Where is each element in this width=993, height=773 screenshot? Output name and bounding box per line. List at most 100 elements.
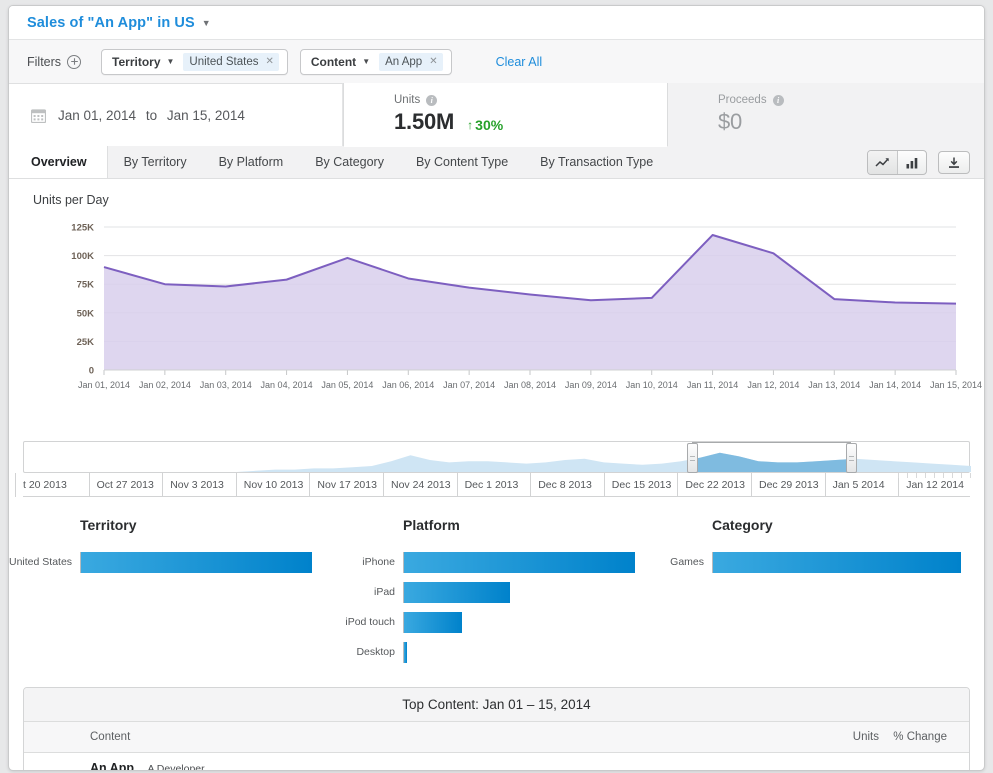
metric-value: 1.50M — [394, 109, 455, 134]
metric-card-proceeds[interactable]: Proceeds i $0 — [668, 83, 984, 146]
tab-by-transaction-type[interactable]: By Transaction Type — [524, 146, 669, 178]
report-window: Sales of "An App" in US ▼ Filters Territ… — [8, 5, 985, 771]
bar-item[interactable]: iPad — [335, 581, 661, 603]
breakdown-title: Territory — [80, 517, 137, 533]
metric-label: Proceeds i — [718, 94, 984, 106]
brush-axis: t 20 2013 Oct 27 2013 Nov 3 2013 Nov 10 201… — [15, 473, 972, 497]
filter-chip-value: United States ✕ — [183, 52, 279, 71]
brush-axis-tick: t 20 2013 — [15, 473, 67, 497]
column-header-change: % Change — [893, 731, 947, 743]
breakdown-title: Category — [712, 517, 773, 533]
brush-box[interactable] — [23, 441, 971, 473]
brush-handle-right[interactable] — [845, 443, 857, 473]
brush-axis-minor-tick — [916, 473, 918, 478]
tab-by-content-type[interactable]: By Content Type — [400, 146, 524, 178]
top-content-heading: Top Content: Jan 01 – 15, 2014 — [24, 688, 969, 722]
timeline-brush[interactable]: t 20 2013 Oct 27 2013 Nov 3 2013 Nov 10 201… — [15, 441, 972, 499]
bar-item[interactable]: Desktop — [335, 641, 661, 663]
bar-item[interactable]: iPod touch — [335, 611, 661, 633]
filter-chip-territory[interactable]: Territory ▼ United States ✕ — [101, 48, 288, 75]
row-content-cell: An App A Developer App 123456789 — [90, 759, 783, 771]
svg-text:Jan 05, 2014: Jan 05, 2014 — [321, 380, 373, 390]
svg-text:Jan 13, 2014: Jan 13, 2014 — [808, 380, 860, 390]
svg-text:Jan 14, 2014: Jan 14, 2014 — [869, 380, 921, 390]
titlebar: Sales of "An App" in US ▼ — [9, 6, 984, 40]
breakdown-platform: Platform iPhone iPad iPod touch Desktop — [335, 517, 661, 671]
bar-item[interactable]: iPhone — [335, 551, 661, 573]
metric-card-units[interactable]: Units i 1.50M ↑ 30% — [343, 83, 668, 147]
svg-text:Jan 09, 2014: Jan 09, 2014 — [565, 380, 617, 390]
line-chart-icon[interactable] — [868, 151, 897, 174]
bar-label: iPod touch — [345, 616, 395, 628]
tab-by-territory[interactable]: By Territory — [108, 146, 203, 178]
svg-text:Jan 07, 2014: Jan 07, 2014 — [443, 380, 495, 390]
brush-axis-tick: Dec 22 2013 — [677, 473, 745, 497]
page-title[interactable]: Sales of "An App" in US — [27, 15, 195, 31]
breakdown-territory: Territory United States — [9, 517, 335, 671]
row-rank: 1 — [24, 768, 64, 770]
row-developer-name: A Developer — [147, 763, 205, 771]
tab-overview[interactable]: Overview — [9, 146, 108, 178]
add-filter-icon[interactable] — [67, 54, 82, 69]
brush-axis-minor-tick — [961, 473, 963, 478]
svg-text:Jan 10, 2014: Jan 10, 2014 — [626, 380, 678, 390]
bar-track — [80, 551, 312, 573]
table-row[interactable]: 1 An App A Developer App 123456789 1.50M… — [24, 753, 969, 771]
units-per-day-chart[interactable]: 0 25K 50K 75K 100K 125K Jan 01, 2014 Jan 02, 20… — [9, 207, 984, 435]
row-title-line: An App A Developer — [90, 759, 783, 771]
date-end: Jan 15, 2014 — [166, 107, 245, 123]
tabbar: Overview By Territory By Platform By Cat… — [9, 146, 984, 179]
bar-track — [712, 551, 961, 573]
metric-delta: ↑ 30% — [467, 117, 503, 133]
brush-handle-left[interactable] — [686, 443, 698, 473]
breakdown-title: Platform — [403, 517, 460, 533]
top-content-table: Top Content: Jan 01 – 15, 2014 Content U… — [23, 687, 970, 771]
brush-axis-minor-tick — [934, 473, 936, 478]
info-icon[interactable]: i — [426, 94, 438, 106]
arrow-up-icon: ↑ — [467, 118, 474, 132]
brush-axis-minor-tick — [952, 473, 954, 478]
brush-axis-tick: Oct 27 2013 — [88, 473, 154, 497]
metrics-strip: Jan 01, 2014 to Jan 15, 2014 Units i 1.5… — [9, 83, 984, 147]
tab-by-category[interactable]: By Category — [299, 146, 400, 178]
chevron-down-icon[interactable]: ▼ — [167, 57, 175, 66]
close-icon[interactable]: ✕ — [429, 56, 437, 67]
close-icon[interactable]: ✕ — [265, 56, 273, 67]
svg-text:Jan 11, 2014: Jan 11, 2014 — [687, 380, 738, 390]
chart-title: Units per Day — [33, 193, 109, 207]
bar-fill — [81, 551, 312, 573]
date-range-picker[interactable]: Jan 01, 2014 to Jan 15, 2014 — [9, 84, 343, 146]
filters-label: Filters — [27, 54, 62, 69]
clear-all-button[interactable]: Clear All — [496, 55, 543, 69]
tab-by-platform[interactable]: By Platform — [203, 146, 300, 178]
brush-axis-minor-tick — [925, 473, 927, 478]
chevron-down-icon[interactable]: ▼ — [202, 19, 211, 28]
chevron-down-icon[interactable]: ▼ — [362, 57, 370, 66]
metric-delta-text: 30% — [475, 117, 504, 133]
filter-chip-value: An App ✕ — [379, 52, 443, 71]
brush-selection-window[interactable] — [691, 442, 851, 472]
filter-chip-content[interactable]: Content ▼ An App ✕ — [299, 48, 452, 75]
brush-axis-tick: Dec 29 2013 — [751, 473, 819, 497]
bar-item[interactable]: Games — [661, 551, 981, 573]
row-units: 1.50M — [783, 768, 879, 770]
metric-value-row: $0 — [718, 109, 984, 135]
svg-text:Jan 03, 2014: Jan 03, 2014 — [200, 380, 252, 390]
info-icon[interactable]: i — [772, 94, 784, 106]
table-header-row: Content Units % Change — [24, 722, 969, 753]
row-color-swatch — [64, 769, 90, 770]
svg-text:Jan 08, 2014: Jan 08, 2014 — [504, 380, 556, 390]
chart-type-toggle — [867, 150, 927, 175]
svg-text:100K: 100K — [71, 251, 94, 262]
bar-item[interactable]: United States — [9, 551, 335, 573]
bar-chart-icon[interactable] — [897, 151, 926, 174]
row-change: ↑ 30% — [879, 768, 969, 770]
bar-label: iPhone — [362, 556, 395, 568]
svg-text:75K: 75K — [77, 280, 95, 291]
row-app-name[interactable]: An App — [90, 761, 134, 770]
filter-bar: Filters Territory ▼ United States ✕ Cont… — [9, 40, 984, 84]
bar-label: Games — [670, 556, 704, 568]
brush-axis-tick: Dec 1 2013 — [456, 473, 518, 497]
svg-text:Jan 15, 2014: Jan 15, 2014 — [930, 380, 982, 390]
download-button[interactable] — [938, 151, 970, 174]
